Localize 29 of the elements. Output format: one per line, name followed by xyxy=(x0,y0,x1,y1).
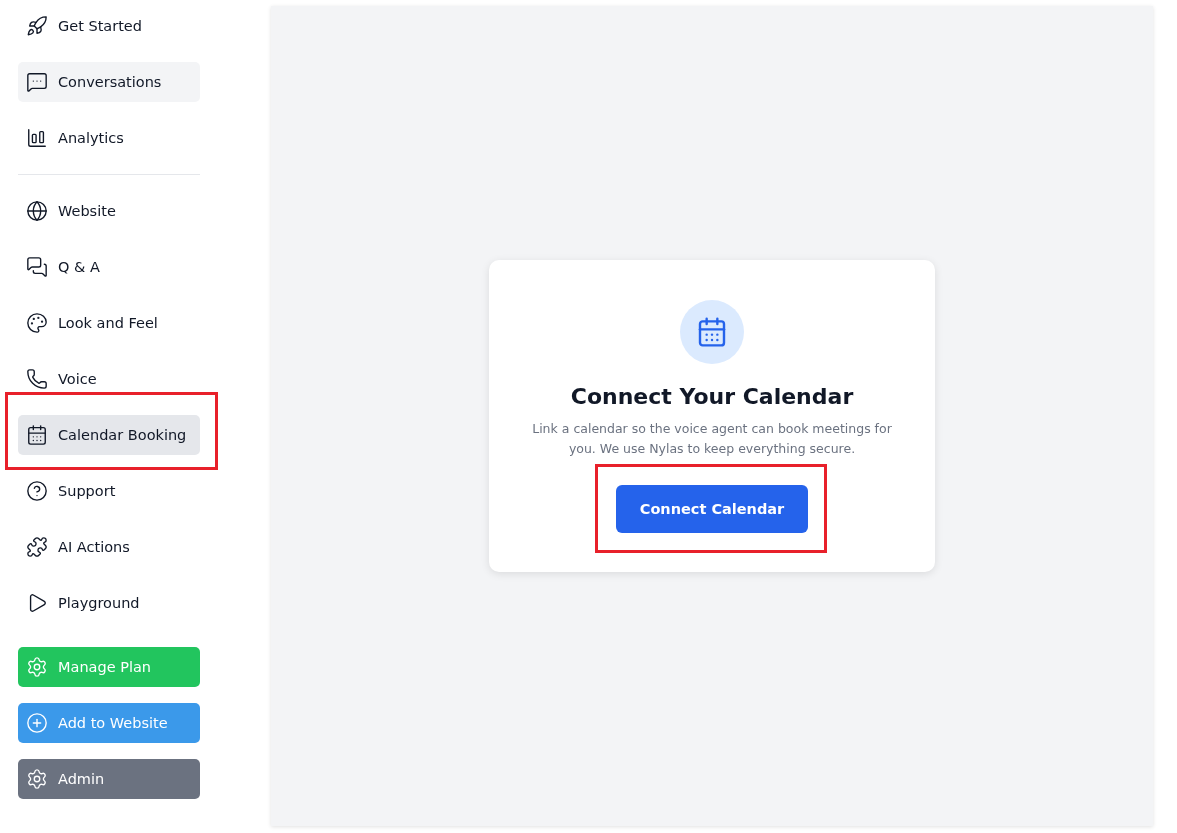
sidebar-item[interactable]: AI Actions xyxy=(18,527,200,567)
sidebar-item[interactable]: Voice xyxy=(18,359,200,399)
connect-calendar-button[interactable]: Connect Calendar xyxy=(615,485,809,533)
sidebar-item[interactable]: Website xyxy=(18,191,200,231)
sidebar-item[interactable]: Analytics xyxy=(18,118,200,158)
calendar-icon xyxy=(696,316,728,348)
globe-icon xyxy=(26,200,48,222)
rocket-icon xyxy=(26,15,48,37)
sidebar-item[interactable]: Support xyxy=(18,471,200,511)
sidebar-item[interactable]: Conversations xyxy=(18,62,200,102)
gear-icon xyxy=(26,656,48,678)
chat-bubbles-icon xyxy=(26,256,48,278)
sidebar-item[interactable]: Look and Feel xyxy=(18,303,200,343)
puzzle-icon xyxy=(26,536,48,558)
question-icon xyxy=(26,480,48,502)
bar-chart-icon xyxy=(26,127,48,149)
sidebar-item[interactable]: Q & A xyxy=(18,247,200,287)
sidebar-item[interactable]: Playground xyxy=(18,583,200,623)
card-title: Connect Your Calendar xyxy=(570,384,854,409)
sidebar-item[interactable]: Calendar Booking xyxy=(18,415,200,455)
chat-bubble-icon xyxy=(26,71,48,93)
gear-icon xyxy=(26,768,48,790)
sidebar-button[interactable]: Admin xyxy=(18,759,200,799)
sidebar-item[interactable]: Get Started xyxy=(18,6,200,46)
card-description: Link a calendar so the voice agent can book meetings for you. We use Nylas to keep everything secure. xyxy=(531,420,893,458)
plus-circle-icon xyxy=(26,712,48,734)
phone-icon xyxy=(26,368,48,390)
calendar-icon xyxy=(26,424,48,446)
palette-icon xyxy=(26,312,48,334)
